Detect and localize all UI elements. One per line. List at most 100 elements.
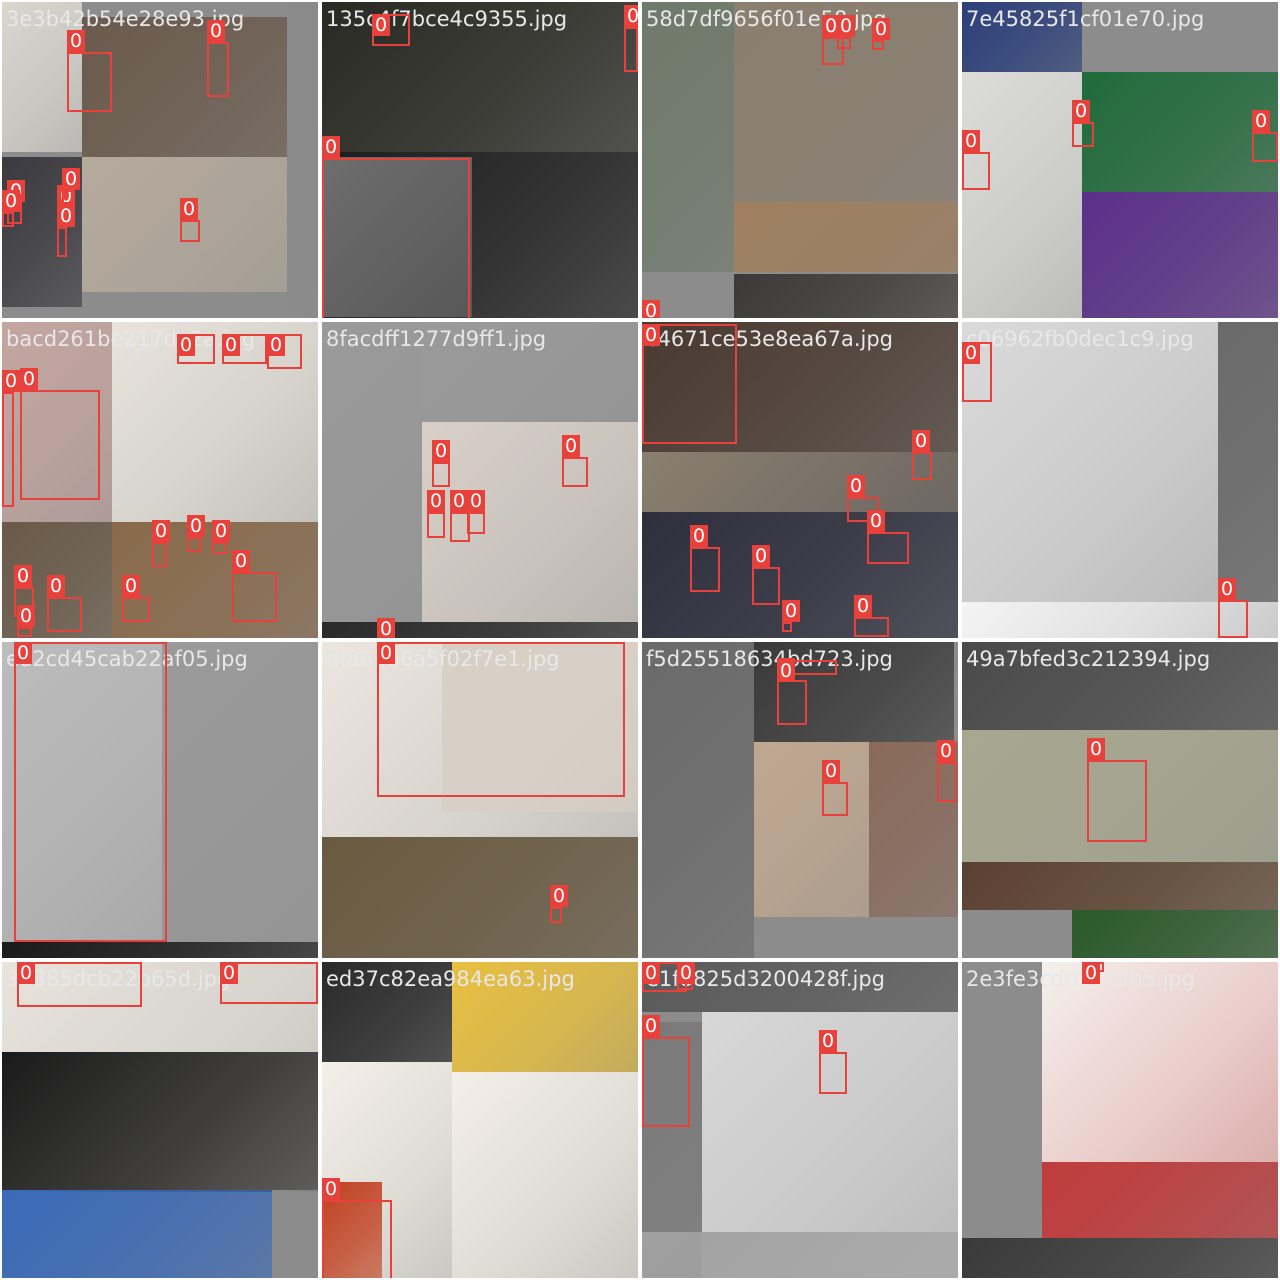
- class-label: 0: [152, 520, 170, 542]
- photo-crop: [734, 274, 958, 318]
- face-bounding-box: 0: [854, 595, 889, 637]
- class-label: 0: [427, 490, 445, 512]
- class-label: 0: [642, 324, 660, 346]
- face-bounding-box: 0: [152, 520, 170, 567]
- class-label: 0: [20, 368, 38, 390]
- face-bounding-box: 0: [1072, 100, 1094, 147]
- face-bounding-box: 0: [1087, 738, 1147, 842]
- face-bounding-box: 0: [867, 510, 909, 564]
- face-bounding-box: 0: [232, 550, 277, 622]
- face-bounding-box: 0: [1252, 110, 1278, 162]
- face-bounding-box: 0: [207, 20, 229, 97]
- class-label: 0: [47, 575, 65, 597]
- face-bounding-box: 0: [14, 642, 167, 942]
- mosaic-tile: ed37c82ea984ea63.jpg 0: [322, 962, 638, 1278]
- photo-crop: [2, 1052, 318, 1192]
- mosaic-tile: 3e3b42b54e28e93.jpg00000000: [2, 2, 318, 318]
- class-label: 0: [867, 510, 885, 532]
- photo-crop: [1042, 962, 1278, 1162]
- face-bounding-box: 0: [20, 368, 100, 500]
- image-filename: ed37c82ea984ea63.jpg: [326, 967, 575, 991]
- photo-crop: [1072, 910, 1278, 958]
- class-label: 0: [1252, 110, 1270, 132]
- class-label: 0: [232, 550, 250, 572]
- face-bounding-box: 0: [322, 1178, 392, 1278]
- mosaic-tile: 8facdff1277d9ff1.jpg 0 0 0 0 0 0: [322, 322, 638, 638]
- face-bounding-box: 0: [677, 962, 695, 990]
- face-bounding-box: 0: [177, 334, 215, 364]
- class-label: 0: [822, 760, 840, 782]
- face-bounding-box: 0: [2, 370, 20, 507]
- class-label: 0: [62, 168, 80, 190]
- mosaic-tile: 49a7bfed3c212394.jpg 0: [962, 642, 1278, 958]
- class-label: 0: [322, 136, 340, 158]
- class-label: 0: [819, 1030, 837, 1052]
- mosaic-tile: e1f8825d3200428f.jpg 0 0 0 0: [642, 962, 958, 1278]
- face-bounding-box: 0: [67, 30, 112, 112]
- face-bounding-box: 0: [62, 168, 80, 204]
- image-filename: 8facdff1277d9ff1.jpg: [326, 327, 547, 351]
- photo-crop: [162, 642, 318, 942]
- photo-crop: [642, 452, 958, 512]
- photo-crop: [2, 1190, 272, 1278]
- face-bounding-box: 0: [912, 430, 932, 480]
- photo-crop: [734, 202, 958, 272]
- face-bounding-box: 0: [222, 334, 267, 364]
- photo-crop: [642, 642, 754, 958]
- photo-crop: [962, 322, 1218, 602]
- photo-crop: [2, 942, 318, 958]
- class-label: 0: [377, 642, 395, 664]
- class-label: 0: [777, 660, 795, 682]
- class-label: 0: [207, 20, 225, 42]
- photo-crop: [452, 1072, 638, 1278]
- class-label: 0: [642, 300, 660, 318]
- class-label: 0: [847, 475, 865, 497]
- face-bounding-box: 0: [937, 740, 957, 802]
- photo-crop: [962, 72, 1082, 318]
- class-label: 0: [57, 205, 75, 227]
- class-label: 0: [1082, 962, 1100, 984]
- class-label: 0: [562, 435, 580, 457]
- photo-crop: [754, 742, 869, 917]
- face-bounding-box: 0: [624, 5, 638, 72]
- face-bounding-box: 0: [962, 342, 992, 402]
- class-label: 0: [872, 18, 890, 40]
- photo-crop: [962, 862, 1278, 910]
- photo-crop: [272, 1190, 318, 1278]
- face-bounding-box: 0: [782, 600, 800, 632]
- class-label: 0: [782, 600, 800, 622]
- photo-crop: [322, 322, 422, 622]
- class-label: 0: [624, 5, 638, 27]
- photo-crop: [82, 17, 287, 157]
- class-label: 0: [642, 962, 660, 984]
- class-label: 0: [377, 618, 395, 638]
- face-bounding-box: 0: [220, 962, 318, 1004]
- photo-crop: [287, 2, 318, 318]
- face-bounding-box: 0: [322, 136, 470, 318]
- mosaic-tile: bacd261be217de2a.jpg 0 0 0 0 0 0 0 0 0 0 0 0 0: [2, 322, 318, 638]
- photo-crop: [1082, 192, 1278, 318]
- class-label: 0: [432, 440, 450, 462]
- class-label: 0: [220, 962, 238, 984]
- face-bounding-box: 0: [212, 520, 230, 554]
- face-bounding-box: 0: [2, 190, 20, 227]
- mosaic-tile: 135c4f7bce4c9355.jpg 0 0 0: [322, 2, 638, 318]
- class-label: 0: [180, 198, 198, 220]
- mosaic-tile: df86eb6a5f02f7e1.jpg 0 0: [322, 642, 638, 958]
- class-label: 0: [67, 30, 85, 52]
- image-filename: 135c4f7bce4c9355.jpg: [326, 7, 568, 31]
- class-label: 0: [1072, 100, 1090, 122]
- mosaic-tile: 7e45825f1cf01e70.jpg 0 0 0: [962, 2, 1278, 318]
- detection-mosaic: 3e3b42b54e28e93.jpg00000000135c4f7bce4c9…: [0, 0, 1280, 1280]
- class-label: 0: [122, 575, 140, 597]
- photo-crop: [642, 2, 734, 272]
- image-filename: f5d25518634bd723.jpg: [646, 647, 893, 671]
- face-bounding-box: 0: [427, 490, 445, 538]
- face-bounding-box: 0: [57, 205, 75, 257]
- photo-crop: [962, 962, 1042, 1278]
- mosaic-tile: 34385dcb22b65d.jpg 0 0: [2, 962, 318, 1278]
- photo-crop: [322, 837, 638, 958]
- face-bounding-box: 0: [187, 515, 205, 552]
- face-bounding-box: 0: [872, 18, 890, 50]
- image-filename: bacd261be217de2a.jpg: [6, 327, 256, 351]
